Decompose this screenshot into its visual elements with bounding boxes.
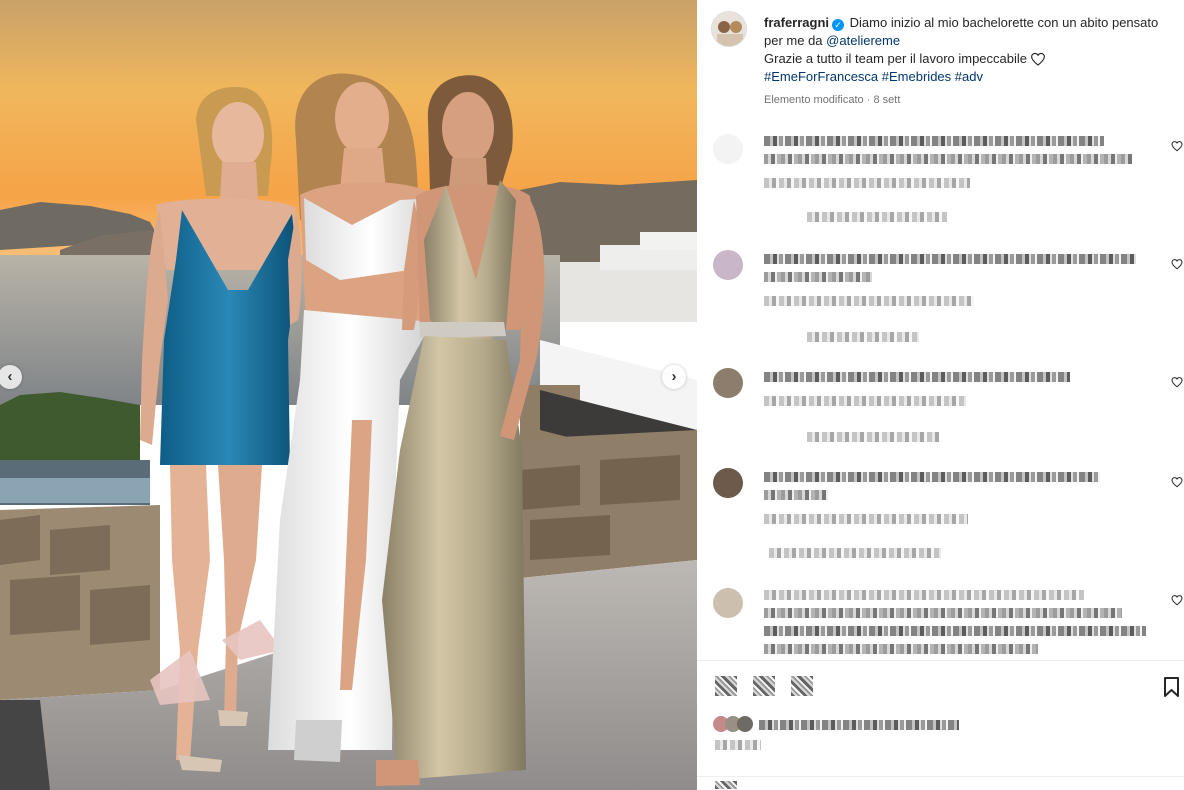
post-media[interactable]: ‹ ›: [0, 0, 697, 790]
redacted-comment-meta: [764, 396, 966, 406]
author-avatar[interactable]: [711, 11, 747, 47]
commenter-avatar[interactable]: [713, 468, 743, 498]
post-action-bar: [697, 672, 1184, 702]
chevron-right-icon: ›: [671, 368, 677, 385]
redacted-comment-text: [764, 608, 1122, 618]
emoji-button[interactable]: [715, 781, 737, 789]
redacted-comment-text: [764, 136, 1104, 146]
likes-summary: [697, 714, 1184, 754]
redacted-view-replies[interactable]: [807, 432, 939, 442]
caption-body: fraferragni ✓ Diamo inizio al mio bachelo…: [764, 14, 1164, 86]
redacted-view-replies[interactable]: [807, 332, 919, 342]
verified-badge-icon: ✓: [832, 19, 845, 31]
redacted-comment-meta: [764, 296, 974, 306]
redacted-view-replies[interactable]: [807, 212, 947, 222]
redacted-comment-text: [764, 590, 1084, 600]
caption-mention-link[interactable]: @ateliereme: [826, 33, 900, 48]
redacted-comment-meta: [764, 514, 968, 524]
add-comment-row[interactable]: [697, 776, 1184, 790]
redacted-comment-text: [764, 626, 1146, 636]
edited-label: Elemento modificato: [764, 94, 864, 106]
meta-separator: ·: [866, 94, 871, 106]
author-avatar-image: [712, 12, 746, 46]
redacted-comment-meta: [764, 178, 970, 188]
redacted-view-replies[interactable]: [769, 548, 941, 558]
heart-outline-icon[interactable]: [1171, 140, 1183, 152]
heart-outline-icon[interactable]: [1171, 258, 1183, 270]
hashtag-link[interactable]: #adv: [955, 69, 983, 84]
post-date[interactable]: 8 sett: [873, 94, 900, 106]
post-photo: [0, 0, 697, 790]
commenter-avatar[interactable]: [713, 588, 743, 618]
liker-avatar[interactable]: [737, 716, 753, 732]
commenter-avatar[interactable]: [713, 134, 743, 164]
redacted-likes-text[interactable]: [759, 720, 959, 730]
post-caption: fraferragni ✓ Diamo inizio al mio bachelo…: [697, 0, 1184, 120]
author-username[interactable]: fraferragni: [764, 15, 829, 30]
redacted-comment-text: [764, 272, 872, 282]
heart-outline-icon: [1031, 52, 1045, 66]
redacted-comment-text: [764, 372, 1070, 382]
caption-line-2: Grazie a tutto il team per il lavoro imp…: [764, 51, 1028, 66]
bookmark-icon[interactable]: [1163, 676, 1180, 698]
redacted-comment-text: [764, 154, 1132, 164]
like-button[interactable]: [715, 676, 737, 696]
section-divider: [697, 660, 1184, 661]
redacted-likes-date: [715, 740, 761, 750]
heart-outline-icon[interactable]: [1171, 594, 1183, 606]
carousel-next-button[interactable]: ›: [662, 365, 686, 389]
hashtag-link[interactable]: #EmeForFrancesca: [764, 69, 878, 84]
heart-outline-icon[interactable]: [1171, 476, 1183, 488]
redacted-comment-text: [764, 472, 1100, 482]
hashtag-link[interactable]: #Emebrides: [882, 69, 951, 84]
commenter-avatar[interactable]: [713, 250, 743, 280]
caption-meta: Elemento modificato · 8 sett: [764, 94, 900, 106]
heart-outline-icon[interactable]: [1171, 376, 1183, 388]
commenter-avatar[interactable]: [713, 368, 743, 398]
comment-button[interactable]: [753, 676, 775, 696]
redacted-comment-text: [764, 254, 1136, 264]
redacted-comment-text: [764, 644, 1038, 654]
post-side-panel: fraferragni ✓ Diamo inizio al mio bachelo…: [697, 0, 1184, 790]
chevron-left-icon: ‹: [7, 368, 13, 385]
share-button[interactable]: [791, 676, 813, 696]
redacted-comment-text: [764, 490, 828, 500]
